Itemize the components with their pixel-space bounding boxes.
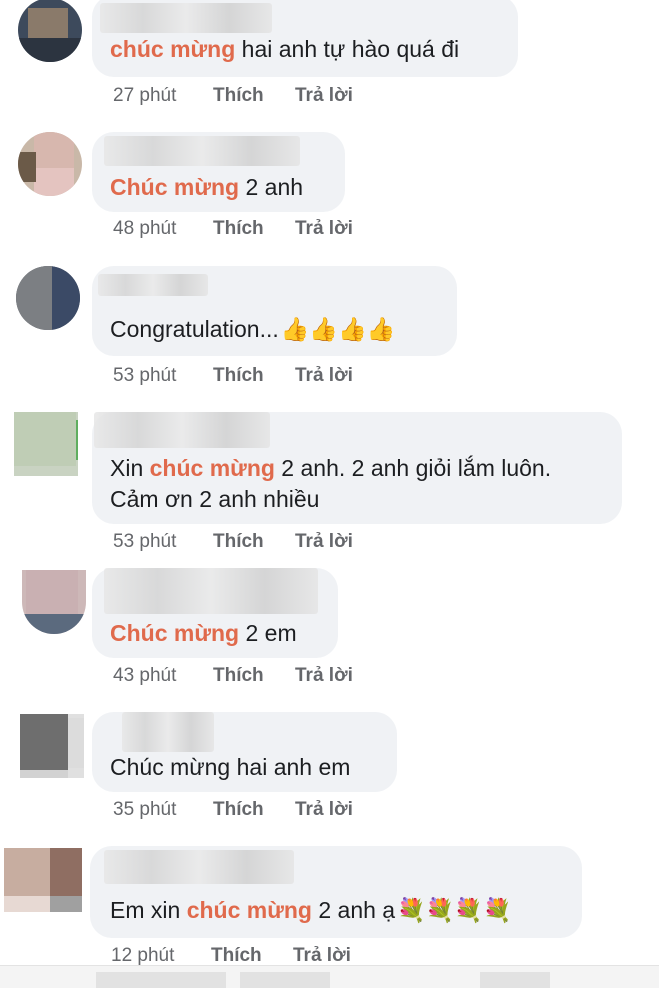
timestamp: 27 phút xyxy=(113,85,177,106)
avatar[interactable] xyxy=(18,132,82,196)
comment-bubble: Chúc mừng hai anh em xyxy=(92,712,397,792)
like-link[interactable]: Thích xyxy=(213,531,264,553)
reply-link[interactable]: Trả lời xyxy=(295,531,353,553)
comment-text: Em xin chúc mừng 2 anh ạ💐💐💐💐 xyxy=(110,894,512,927)
comment-bubble: Congratulation...👍👍👍👍 xyxy=(92,266,457,356)
like-link[interactable]: Thích xyxy=(213,665,264,687)
like-link[interactable]: Thích xyxy=(213,799,264,821)
timestamp: 48 phút xyxy=(113,218,177,239)
next-comment-preview-blurred xyxy=(0,965,659,988)
blur-block xyxy=(96,972,226,988)
comment-text: Xin chúc mừng 2 anh. 2 anh giỏi lắm luôn… xyxy=(110,455,552,481)
author-name-blurred[interactable] xyxy=(104,136,300,166)
bouquet-emojis: 💐💐💐💐 xyxy=(397,897,512,923)
blur-block xyxy=(480,972,550,988)
author-name-blurred[interactable] xyxy=(100,3,272,33)
reply-link[interactable]: Trả lời xyxy=(295,85,353,107)
author-name-blurred[interactable] xyxy=(104,850,294,884)
like-link[interactable]: Thích xyxy=(213,85,264,107)
timestamp: 12 phút xyxy=(111,945,175,966)
comment-bubble: Em xin chúc mừng 2 anh ạ💐💐💐💐 xyxy=(90,846,582,938)
timestamp: 35 phút xyxy=(113,799,177,820)
comment-text: Congratulation...👍👍👍👍 xyxy=(110,313,395,346)
avatar[interactable] xyxy=(14,412,78,476)
like-link[interactable]: Thích xyxy=(211,945,262,967)
avatar[interactable] xyxy=(16,266,80,330)
reply-link[interactable]: Trả lời xyxy=(295,665,353,687)
reply-link[interactable]: Trả lời xyxy=(295,365,353,387)
author-name-blurred[interactable] xyxy=(94,412,270,448)
author-name-blurred[interactable] xyxy=(104,568,318,614)
avatar[interactable] xyxy=(22,570,86,634)
comment-text: Chúc mừng 2 em xyxy=(110,620,297,646)
comment-bubble: chúc mừng hai anh tự hào quá đi xyxy=(92,0,518,77)
comment-text: chúc mừng hai anh tự hào quá đi xyxy=(110,36,460,62)
like-link[interactable]: Thích xyxy=(213,365,264,387)
reply-link[interactable]: Trả lời xyxy=(295,218,353,240)
timestamp: 43 phút xyxy=(113,665,177,686)
reply-link[interactable]: Trả lời xyxy=(293,945,351,967)
timestamp: 53 phút xyxy=(113,531,177,552)
avatar[interactable] xyxy=(18,0,82,62)
reply-link[interactable]: Trả lời xyxy=(295,799,353,821)
avatar[interactable] xyxy=(20,714,84,778)
comment-text-line2: Cảm ơn 2 anh nhiều xyxy=(110,486,320,512)
like-link[interactable]: Thích xyxy=(213,218,264,240)
timestamp: 53 phút xyxy=(113,365,177,386)
comment-text: Chúc mừng hai anh em xyxy=(110,754,351,780)
comment-bubble: Chúc mừng 2 em xyxy=(92,568,338,658)
author-name-blurred[interactable] xyxy=(98,274,208,296)
thumbs-up-emojis: 👍👍👍👍 xyxy=(280,316,396,342)
comment-text: Chúc mừng 2 anh xyxy=(110,174,304,200)
avatar[interactable] xyxy=(4,848,82,912)
author-name-blurred[interactable] xyxy=(122,712,214,752)
comment-bubble: Xin chúc mừng 2 anh. 2 anh giỏi lắm luôn… xyxy=(92,412,622,524)
comment-bubble: Chúc mừng 2 anh xyxy=(92,132,345,212)
blur-block xyxy=(240,972,330,988)
